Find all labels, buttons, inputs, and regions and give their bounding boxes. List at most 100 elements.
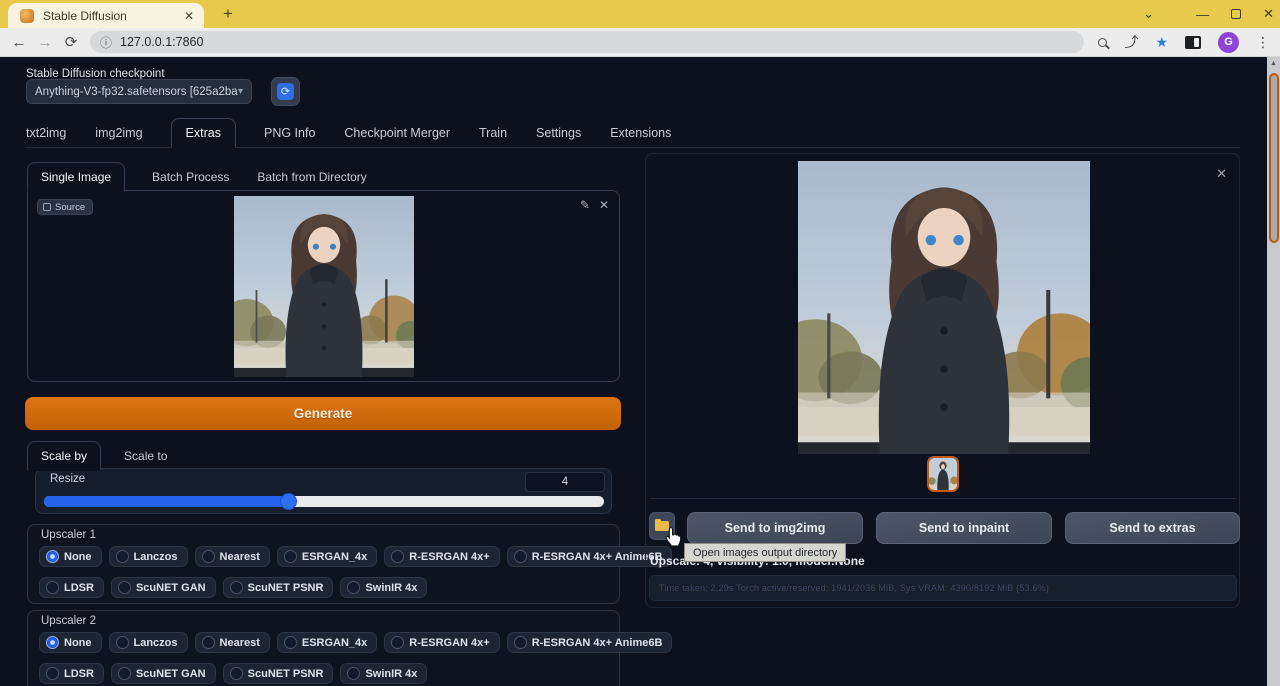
side-panel-icon[interactable] <box>1185 36 1201 49</box>
new-tab-button[interactable]: + <box>216 2 240 26</box>
upscaler1-option-scunet-gan[interactable]: ScuNET GAN <box>111 577 216 598</box>
tab-checkpoint-merger[interactable]: Checkpoint Merger <box>343 119 451 147</box>
refresh-icon: ⟳ <box>277 83 294 100</box>
minimize-icon[interactable]: — <box>1196 7 1209 22</box>
upscaler2-group: Upscaler 2 None Lanczos Nearest ESRGAN_4… <box>27 610 620 686</box>
result-image-art <box>798 161 1090 454</box>
page-scrollbar[interactable]: ▲ <box>1267 57 1280 686</box>
source-image-preview[interactable] <box>234 196 414 377</box>
scrollbar-thumb[interactable] <box>1269 73 1279 243</box>
scrollbar-up-icon[interactable]: ▲ <box>1267 60 1280 67</box>
address-bar[interactable]: ⓘ 127.0.0.1:7860 <box>90 31 1084 53</box>
upscaler2-option-anime6b[interactable]: R-ESRGAN 4x+ Anime6B <box>507 632 673 653</box>
thumbnail-art <box>929 458 957 490</box>
source-image-dropzone[interactable]: Source ✎ ✕ <box>27 190 620 382</box>
divider <box>651 498 1236 499</box>
forward-icon[interactable]: → <box>32 34 58 51</box>
browser-tab[interactable]: Stable Diffusion ✕ <box>8 3 204 28</box>
resize-slider[interactable] <box>44 496 604 507</box>
upscaler1-option-nearest[interactable]: Nearest <box>195 546 270 567</box>
gallery-thumbnail[interactable] <box>927 456 959 492</box>
tab-search-icon[interactable]: ⌄ <box>1143 6 1154 22</box>
upscaler2-option-resrgan4x[interactable]: R-ESRGAN 4x+ <box>384 632 499 653</box>
reload-icon[interactable]: ⟳ <box>58 33 84 51</box>
tab-batch-from-directory[interactable]: Batch from Directory <box>256 163 367 191</box>
tab-scale-to[interactable]: Scale to <box>123 442 168 470</box>
send-to-img2img-button[interactable]: Send to img2img <box>687 512 863 544</box>
upscaler2-option-nearest[interactable]: Nearest <box>195 632 270 653</box>
tab-txt2img[interactable]: txt2img <box>25 119 67 147</box>
chevron-down-icon: ▾ <box>238 86 243 97</box>
upscaler1-option-scunet-psnr[interactable]: ScuNET PSNR <box>223 577 334 598</box>
tab-close-icon[interactable]: ✕ <box>182 9 196 23</box>
refresh-checkpoint-button[interactable]: ⟳ <box>271 77 300 106</box>
radio-icon <box>391 636 404 649</box>
profile-avatar[interactable]: G <box>1218 32 1239 53</box>
radio-icon <box>284 550 297 563</box>
upscaler1-option-swinir[interactable]: SwinIR 4x <box>340 577 427 598</box>
tab-batch-process[interactable]: Batch Process <box>151 163 230 191</box>
source-badge-label: Source <box>55 202 85 213</box>
footer-stats: Time taken: 2.29s Torch active/reserved:… <box>649 575 1237 601</box>
send-to-extras-button[interactable]: Send to extras <box>1065 512 1240 544</box>
tab-settings[interactable]: Settings <box>535 119 582 147</box>
upscaler2-option-none[interactable]: None <box>39 632 102 653</box>
close-result-icon[interactable]: ✕ <box>1216 166 1227 182</box>
radio-icon <box>46 581 59 594</box>
upscaler2-option-scunet-gan[interactable]: ScuNET GAN <box>111 663 216 684</box>
upscaler1-option-lanczos[interactable]: Lanczos <box>109 546 188 567</box>
upscaler2-option-lanczos[interactable]: Lanczos <box>109 632 188 653</box>
source-badge: Source <box>37 199 93 215</box>
tab-img2img[interactable]: img2img <box>94 119 143 147</box>
screen: Stable Diffusion ✕ + ⌄ — ✕ ← → ⟳ ⓘ 127.0… <box>0 0 1280 686</box>
radio-icon <box>347 581 360 594</box>
radio-icon <box>347 667 360 680</box>
upscaler2-option-scunet-psnr[interactable]: ScuNET PSNR <box>223 663 334 684</box>
radio-selected-icon <box>46 550 59 563</box>
radio-icon <box>230 581 243 594</box>
upscaler1-option-ldsr[interactable]: LDSR <box>39 577 104 598</box>
upscaler2-option-swinir[interactable]: SwinIR 4x <box>340 663 427 684</box>
bookmark-star-icon[interactable]: ★ <box>1155 34 1168 51</box>
tab-title: Stable Diffusion <box>43 9 182 23</box>
send-to-inpaint-button[interactable]: Send to inpaint <box>876 512 1052 544</box>
radio-icon <box>391 550 404 563</box>
maximize-icon[interactable] <box>1231 9 1241 19</box>
radio-icon <box>202 550 215 563</box>
tab-extras[interactable]: Extras <box>171 118 236 148</box>
generate-button[interactable]: Generate <box>25 397 621 430</box>
upscaler1-group: Upscaler 1 None Lanczos Nearest ESRGAN_4… <box>27 524 620 604</box>
clear-image-icon[interactable]: ✕ <box>599 198 609 212</box>
tooltip: Open images output directory <box>684 543 846 562</box>
site-info-icon[interactable]: ⓘ <box>100 34 112 51</box>
edit-image-icon[interactable]: ✎ <box>580 198 590 212</box>
result-panel: ✕ <box>645 153 1240 608</box>
browser-menu-icon[interactable]: ⋮ <box>1256 34 1270 51</box>
image-mode-tabs: Single Image Batch Process Batch from Di… <box>27 160 622 191</box>
resize-number-input[interactable]: 4 <box>525 472 605 492</box>
radio-icon <box>514 636 527 649</box>
upscaler1-label: Upscaler 1 <box>41 529 96 541</box>
upscaler2-option-esrgan4x[interactable]: ESRGAN_4x <box>277 632 377 653</box>
checkpoint-dropdown[interactable]: Anything-V3-fp32.safetensors [625a2ba2] … <box>26 79 252 104</box>
tab-png-info[interactable]: PNG Info <box>263 119 316 147</box>
share-icon[interactable]: ⤴ <box>1124 32 1138 52</box>
upscaler1-option-esrgan4x[interactable]: ESRGAN_4x <box>277 546 377 567</box>
slider-handle[interactable] <box>281 494 296 509</box>
resize-block: Resize 4 <box>35 468 612 514</box>
tab-train[interactable]: Train <box>478 119 508 147</box>
tab-scale-by[interactable]: Scale by <box>27 441 101 471</box>
radio-icon <box>284 636 297 649</box>
search-icon[interactable] <box>1098 38 1107 47</box>
result-image[interactable] <box>798 161 1090 454</box>
upscaler1-option-none[interactable]: None <box>39 546 102 567</box>
tab-single-image[interactable]: Single Image <box>27 162 125 192</box>
main-tab-bar: txt2img img2img Extras PNG Info Checkpoi… <box>25 119 1240 148</box>
upscaler2-option-ldsr[interactable]: LDSR <box>39 663 104 684</box>
back-icon[interactable]: ← <box>6 34 32 51</box>
upscaler1-option-resrgan4x[interactable]: R-ESRGAN 4x+ <box>384 546 499 567</box>
window-close-icon[interactable]: ✕ <box>1263 6 1274 22</box>
generate-label: Generate <box>294 406 353 421</box>
tab-extensions[interactable]: Extensions <box>609 119 672 147</box>
browser-toolbar: ← → ⟳ ⓘ 127.0.0.1:7860 ⤴ ★ G ⋮ <box>0 28 1280 57</box>
